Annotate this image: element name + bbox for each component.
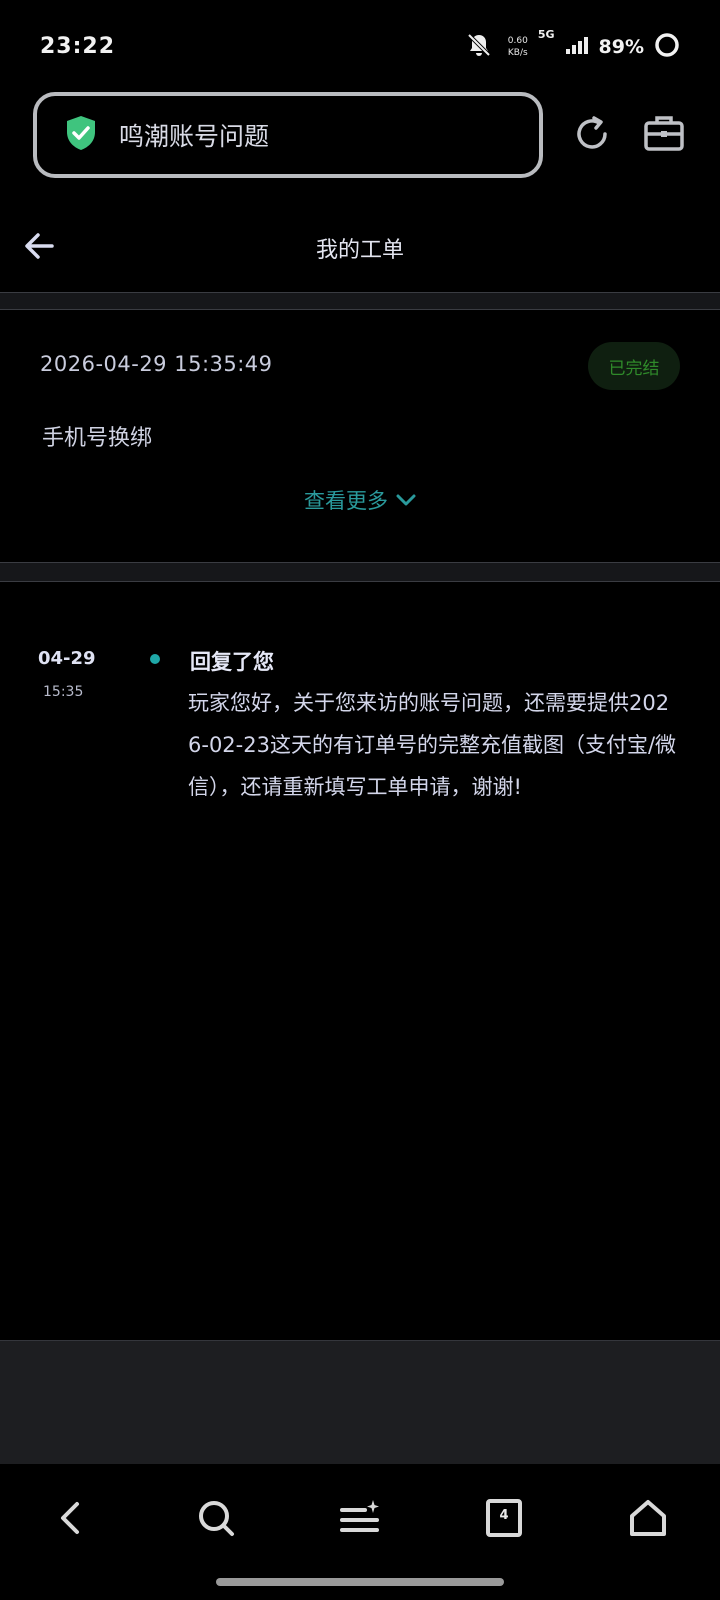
address-text: 鸣潮账号问题 (119, 122, 270, 151)
security-shield-icon (65, 115, 97, 155)
nav-tabs-button[interactable]: 4 (480, 1494, 528, 1542)
bottom-panel (0, 1340, 720, 1464)
divider (0, 562, 720, 582)
nav-menu-button[interactable] (336, 1494, 384, 1542)
page-title: 我的工单 (315, 238, 404, 263)
status-indicators: 0.60 KB/s 5G 89% (466, 28, 680, 64)
reply-title: 回复了您 (190, 650, 274, 674)
divider (0, 292, 720, 310)
net-speed-unit: KB/s (507, 48, 528, 58)
refresh-button[interactable] (570, 112, 614, 156)
reply-body: 玩家您好，关于您来访的账号问题，还需要提供2026-02-23这天的有订单号的完… (188, 691, 677, 799)
ticket-date: 2026-04-29 15:35:49 (40, 352, 273, 376)
net-speed-value: 0.60 (507, 36, 528, 46)
status-badge: 已完结 (588, 342, 680, 390)
ticket-card: 2026-04-29 15:35:49 已完结 手机号换绑 查看更多 (0, 310, 720, 562)
chevron-left-icon (61, 1502, 79, 1534)
net-speed: 0.60 KB/s (508, 35, 528, 59)
battery-percent: 89% (598, 36, 644, 58)
bell-muted-icon (466, 32, 492, 62)
chevron-down-icon (396, 494, 416, 506)
page-header: 我的工单 (0, 200, 720, 292)
toolbox-icon (644, 116, 684, 151)
view-more-button[interactable]: 查看更多 (0, 485, 720, 515)
home-icon (630, 1500, 666, 1536)
nav-back-button[interactable] (47, 1494, 95, 1542)
nav-home-button[interactable] (624, 1494, 672, 1542)
battery-ring-icon (654, 32, 680, 62)
address-bar[interactable]: 鸣潮账号问题 (33, 92, 543, 178)
refresh-icon (577, 116, 607, 149)
timeline-dot (150, 654, 160, 664)
view-more-label: 查看更多 (304, 489, 388, 513)
tabs-count: 4 (499, 1508, 509, 1523)
status-bar: 23:22 0.60 KB/s 5G 89% (0, 0, 720, 92)
toolbox-button[interactable] (642, 112, 686, 156)
browser-bar: 鸣潮账号问题 (0, 92, 720, 182)
menu-sparkle-icon (340, 1500, 379, 1532)
home-indicator (216, 1578, 504, 1586)
signal-icon (565, 35, 589, 59)
status-time: 23:22 (40, 34, 116, 59)
reply-time: 15:35 (43, 684, 84, 700)
network-type: 5G (537, 28, 555, 41)
ticket-subject: 手机号换绑 (42, 426, 153, 451)
reply-date: 04-29 (38, 648, 96, 669)
nav-search-button[interactable] (192, 1494, 240, 1542)
search-icon (199, 1501, 234, 1536)
